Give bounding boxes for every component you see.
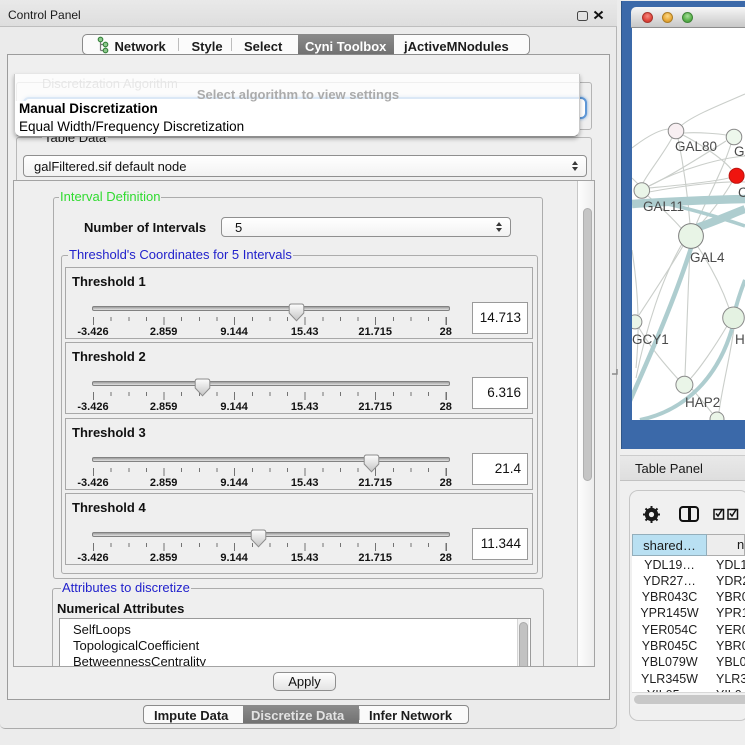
svg-text:GAL80: GAL80 — [675, 139, 717, 154]
svg-text:GAL4: GAL4 — [690, 250, 725, 265]
svg-text:GA: GA — [734, 144, 745, 159]
svg-text:HAP2: HAP2 — [685, 395, 720, 410]
svg-text:HA: HA — [735, 332, 745, 347]
svg-text:GAL11: GAL11 — [643, 199, 684, 214]
svg-text:C: C — [738, 185, 745, 200]
svg-text:GCY1: GCY1 — [632, 332, 669, 347]
